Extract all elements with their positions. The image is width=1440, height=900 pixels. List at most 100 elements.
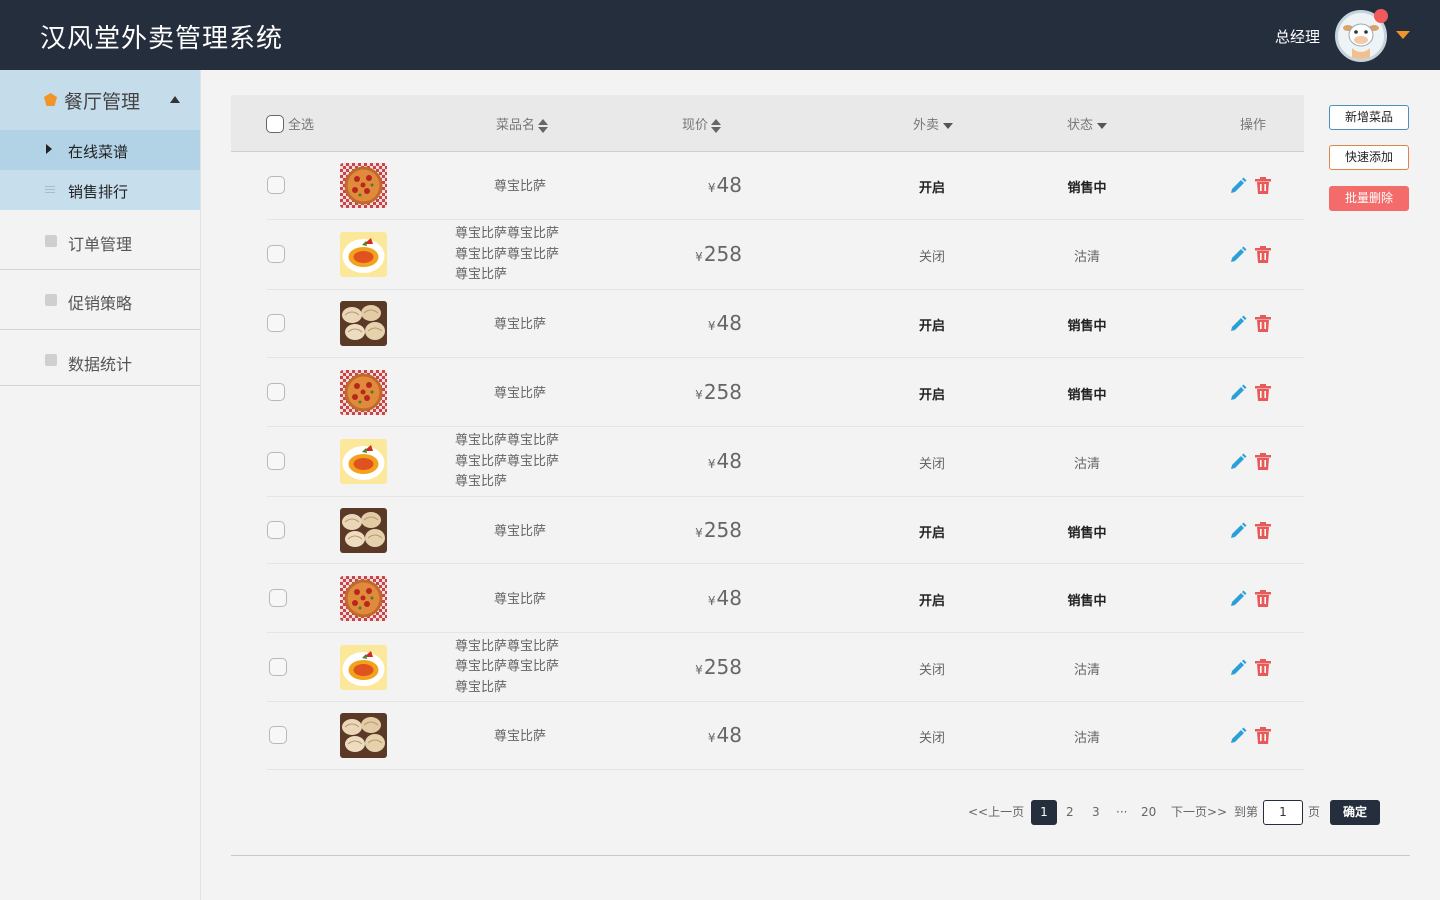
pencil-icon[interactable]: [1229, 315, 1247, 333]
chevron-up-icon[interactable]: [170, 96, 180, 103]
pencil-icon[interactable]: [1229, 522, 1247, 540]
sidebar-item-label: 订单管理: [68, 235, 133, 254]
trash-icon[interactable]: [1255, 521, 1271, 539]
sidebar-item-sales-ranking[interactable]: 销售排行: [0, 170, 200, 210]
trash-icon[interactable]: [1255, 383, 1271, 401]
row-checkbox[interactable]: [267, 245, 285, 263]
list-icon: [45, 186, 55, 193]
caret-right-icon: [46, 144, 52, 154]
page-2[interactable]: 2: [1066, 800, 1074, 825]
sidebar-item-online-menu[interactable]: 在线菜谱: [0, 130, 200, 170]
page-ellipsis: ···: [1116, 805, 1128, 819]
row-checkbox[interactable]: [269, 657, 287, 676]
column-name-label: 菜品名: [496, 118, 536, 133]
status-badge[interactable]: 沽清: [1057, 659, 1117, 678]
status-badge[interactable]: 销售中: [1057, 384, 1117, 403]
pizza-image: [340, 369, 387, 415]
trash-icon[interactable]: [1255, 246, 1271, 263]
pencil-icon[interactable]: [1229, 384, 1247, 402]
row-checkbox[interactable]: [267, 452, 285, 470]
quick-add-button[interactable]: 快速添加: [1329, 145, 1409, 170]
pencil-icon[interactable]: [1229, 246, 1247, 264]
pizza-image: [340, 163, 387, 208]
page-1[interactable]: 1: [1031, 800, 1057, 825]
row-checkbox[interactable]: [267, 314, 285, 332]
sidebar-item-label: 在线菜谱: [68, 143, 129, 161]
column-delivery[interactable]: 外卖: [913, 114, 954, 133]
leaf-icon: [44, 93, 57, 106]
status-badge[interactable]: 沽清: [1057, 453, 1117, 472]
divider: [231, 855, 1410, 856]
status-badge[interactable]: 沽清: [1057, 727, 1117, 746]
price-value: 48: [716, 173, 742, 197]
caret-down-icon[interactable]: [1097, 122, 1108, 129]
status-badge[interactable]: 销售中: [1057, 590, 1117, 609]
page-3[interactable]: 3: [1092, 800, 1100, 825]
delivery-state[interactable]: 开启: [907, 590, 957, 609]
row-checkbox[interactable]: [267, 382, 285, 401]
delivery-state[interactable]: 开启: [907, 315, 957, 334]
pencil-icon[interactable]: [1229, 590, 1247, 608]
batch-delete-button[interactable]: 批量删除: [1329, 186, 1409, 211]
confirm-button[interactable]: 确定: [1330, 800, 1380, 825]
delivery-state[interactable]: 关闭: [907, 453, 957, 472]
row-checkbox[interactable]: [269, 726, 287, 744]
status-badge[interactable]: 销售中: [1057, 315, 1117, 334]
delivery-state[interactable]: 开启: [907, 177, 957, 196]
table-row: 尊宝比萨 ¥258 开启 销售中: [267, 497, 1304, 564]
next-page-link[interactable]: 下一页>>: [1171, 800, 1227, 825]
prev-page-link[interactable]: <<上一页: [968, 800, 1024, 825]
column-status-label: 状态: [1067, 118, 1094, 133]
app-title: 汉风堂外卖管理系统: [40, 24, 284, 54]
column-status[interactable]: 状态: [1067, 114, 1108, 133]
dish-name: 尊宝比萨尊宝比萨 尊宝比萨尊宝比萨 尊宝比萨: [455, 638, 560, 695]
sidebar-item-promotions[interactable]: 促销策略: [0, 270, 200, 330]
table-row: 尊宝比萨 ¥258 开启 销售中: [267, 358, 1304, 427]
pencil-icon[interactable]: [1229, 453, 1247, 471]
trash-icon[interactable]: [1255, 658, 1271, 676]
menu-restaurant[interactable]: 餐厅管理: [0, 70, 200, 130]
status-badge[interactable]: 销售中: [1057, 177, 1117, 196]
row-checkbox[interactable]: [269, 588, 287, 607]
sort-icon[interactable]: [538, 118, 549, 133]
pencil-icon[interactable]: [1229, 727, 1247, 745]
caret-down-icon[interactable]: [943, 122, 954, 129]
caret-down-icon[interactable]: [1396, 31, 1410, 39]
dumpling-image: [340, 301, 387, 346]
status-badge[interactable]: 沽清: [1057, 246, 1117, 265]
delivery-state[interactable]: 关闭: [907, 727, 957, 746]
row-checkbox[interactable]: [267, 176, 285, 194]
trash-icon[interactable]: [1255, 589, 1271, 607]
sidebar-item-statistics[interactable]: 数据统计: [0, 330, 200, 386]
column-name[interactable]: 菜品名: [496, 114, 549, 133]
user-name[interactable]: 总经理: [1275, 26, 1320, 47]
price-value: 48: [716, 449, 742, 473]
delivery-state[interactable]: 关闭: [907, 659, 957, 678]
sort-icon[interactable]: [711, 118, 722, 133]
delivery-state[interactable]: 开启: [907, 522, 957, 541]
page-20[interactable]: 20: [1141, 800, 1156, 825]
goto-page-input[interactable]: 1: [1263, 800, 1303, 825]
row-checkbox[interactable]: [267, 520, 285, 539]
currency-symbol: ¥: [707, 181, 716, 195]
trash-icon[interactable]: [1255, 177, 1271, 194]
column-price[interactable]: 现价: [682, 114, 722, 133]
status-badge[interactable]: 销售中: [1057, 522, 1117, 541]
trash-icon[interactable]: [1255, 727, 1271, 744]
select-all-checkbox[interactable]: [266, 115, 284, 133]
pencil-icon[interactable]: [1229, 659, 1247, 677]
currency-symbol: ¥: [707, 731, 716, 745]
dish-name: 尊宝比萨: [493, 317, 546, 332]
pencil-icon[interactable]: [1229, 177, 1247, 195]
delivery-state[interactable]: 关闭: [907, 246, 957, 265]
currency-symbol: ¥: [695, 662, 703, 677]
dish-name: 尊宝比萨: [493, 591, 546, 607]
add-dish-button[interactable]: 新增菜品: [1329, 105, 1409, 130]
delivery-state[interactable]: 开启: [907, 384, 957, 403]
trash-icon[interactable]: [1255, 453, 1271, 470]
sidebar-item-orders[interactable]: 订单管理: [0, 210, 200, 270]
sidebar-item-label: 促销策略: [68, 294, 133, 313]
dish-price: ¥48: [667, 449, 742, 473]
goto-prefix: 到第: [1234, 805, 1259, 819]
trash-icon[interactable]: [1255, 315, 1271, 332]
